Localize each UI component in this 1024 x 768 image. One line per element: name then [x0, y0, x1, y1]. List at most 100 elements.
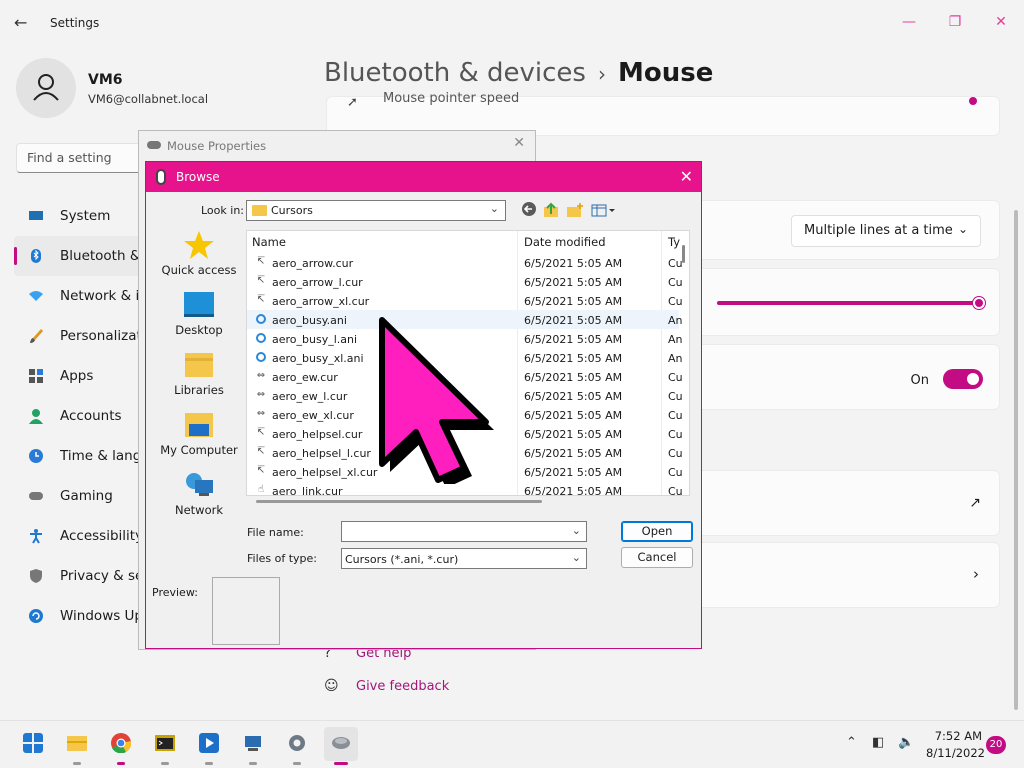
file-name-input[interactable]: ⌄: [341, 521, 587, 542]
file-date: 6/5/2021 5:05 AM: [524, 314, 623, 327]
view-menu-icon[interactable]: [590, 201, 616, 219]
close-icon[interactable]: ✕: [680, 167, 693, 186]
place-quick-access[interactable]: Quick access: [152, 230, 246, 290]
settings-gear-icon: [289, 735, 305, 751]
close-icon[interactable]: ✕: [513, 135, 525, 151]
shield-icon: [28, 568, 44, 584]
file-date: 6/5/2021 5:05 AM: [524, 333, 623, 346]
chrome-icon: [111, 733, 131, 753]
large-arrow-cursor-icon: [379, 317, 494, 484]
place-libraries[interactable]: Libraries: [152, 350, 246, 410]
file-date: 6/5/2021 5:05 AM: [524, 485, 623, 496]
network-tray-icon[interactable]: ◧: [872, 735, 884, 750]
mouse-properties-icon: [332, 737, 350, 749]
running-indicator: [205, 762, 213, 765]
mouse-icon: [147, 141, 161, 149]
file-row[interactable]: ↸ aero_arrow.cur 6/5/2021 5:05 AM Cu: [247, 253, 683, 272]
taskbar-file-explorer[interactable]: [60, 727, 94, 765]
user-email: VM6@collabnet.local: [88, 92, 209, 106]
give-feedback-link[interactable]: Give feedback: [356, 679, 449, 694]
file-name: aero_ew.cur: [272, 371, 338, 384]
close-button[interactable]: ✕: [978, 8, 1024, 36]
scroll-inactive-toggle[interactable]: [943, 369, 983, 389]
new-folder-icon[interactable]: [566, 201, 584, 219]
chevron-down-icon[interactable]: ⌄: [572, 524, 581, 537]
cancel-button[interactable]: Cancel: [621, 547, 693, 568]
user-name: VM6: [88, 72, 123, 88]
update-icon: [28, 608, 44, 624]
place-label: Desktop: [175, 323, 223, 337]
scrollbar[interactable]: [1014, 210, 1018, 710]
clock-date[interactable]: 8/11/2022: [926, 746, 985, 760]
file-row[interactable]: ↸ aero_arrow_l.cur 6/5/2021 5:05 AM Cu: [247, 272, 683, 291]
scroll-thumb[interactable]: [682, 245, 685, 263]
external-link-icon: ↗: [969, 495, 981, 511]
maximize-button[interactable]: ❐: [932, 8, 978, 36]
taskbar-mouse-properties[interactable]: [324, 727, 358, 765]
up-folder-icon[interactable]: [542, 201, 560, 219]
resize-ew-icon: ⇔: [256, 389, 266, 400]
vertical-scrollbar[interactable]: [679, 231, 689, 495]
file-date: 6/5/2021 5:05 AM: [524, 409, 623, 422]
scroll-speed-slider[interactable]: [717, 297, 985, 309]
place-label: My Computer: [160, 443, 238, 457]
column-header-name[interactable]: Name: [252, 235, 286, 249]
back-arrow-icon[interactable]: ←: [14, 13, 34, 33]
pointer-icon: ➚: [347, 95, 358, 110]
clock-time[interactable]: 7:52 AM: [934, 729, 982, 743]
look-in-dropdown[interactable]: Cursors ⌄: [246, 200, 506, 221]
help-cursor-icon: ↸: [256, 465, 266, 476]
monitor-icon: [28, 208, 44, 224]
app-title: Settings: [50, 16, 100, 30]
taskbar-terminal[interactable]: [148, 727, 182, 765]
pointer-speed-label: Mouse pointer speed: [383, 91, 520, 106]
volume-icon[interactable]: 🔈: [898, 735, 914, 750]
places-bar: Quick access Desktop Libraries My Comput…: [152, 230, 246, 530]
taskbar-media-player[interactable]: [192, 727, 226, 765]
computer-folder-icon: [183, 410, 215, 440]
taskbar-remote-desktop[interactable]: [236, 727, 270, 765]
file-date: 6/5/2021 5:05 AM: [524, 428, 623, 441]
column-header-date[interactable]: Date modified: [524, 235, 606, 249]
terminal-icon: [155, 735, 175, 751]
back-arrow-icon[interactable]: [520, 201, 538, 219]
file-date: 6/5/2021 5:05 AM: [524, 295, 623, 308]
scroll-mode-dropdown[interactable]: Multiple lines at a time ⌄: [791, 215, 981, 247]
sidebar-item-label: Apps: [60, 368, 94, 384]
taskbar-settings[interactable]: [280, 727, 314, 765]
slider-thumb[interactable]: [973, 297, 985, 309]
resize-ew-icon: ⇔: [256, 408, 266, 419]
file-name: aero_helpsel_l.cur: [272, 447, 371, 460]
wifi-icon: [28, 288, 44, 304]
running-indicator: [293, 762, 301, 765]
hand-cursor-icon: ☝: [257, 484, 265, 495]
sidebar-item-label: Gaming: [60, 488, 113, 504]
file-row[interactable]: ↸ aero_arrow_xl.cur 6/5/2021 5:05 AM Cu: [247, 291, 683, 310]
folder-icon: [252, 205, 267, 216]
minimize-button[interactable]: —: [886, 8, 932, 36]
sidebar-item-label: Accounts: [60, 408, 122, 424]
busy-ring-icon: [256, 352, 266, 362]
breadcrumb-parent[interactable]: Bluetooth & devices: [324, 58, 586, 88]
open-button[interactable]: Open: [621, 521, 693, 542]
place-label: Quick access: [161, 263, 237, 277]
file-name: aero_helpsel.cur: [272, 428, 363, 441]
place-desktop[interactable]: Desktop: [152, 290, 246, 350]
pointer-speed-slider-knob[interactable]: [969, 97, 977, 105]
file-type-select[interactable]: Cursors (*.ani, *.cur) ⌄: [341, 548, 587, 569]
accessibility-icon: [28, 528, 44, 544]
file-date: 6/5/2021 5:05 AM: [524, 447, 623, 460]
place-network[interactable]: Network: [152, 470, 246, 530]
remote-desktop-icon: [245, 736, 261, 751]
horizontal-scrollbar[interactable]: [256, 500, 542, 503]
chevron-up-icon[interactable]: ⌃: [846, 735, 857, 750]
file-date: 6/5/2021 5:05 AM: [524, 352, 623, 365]
notification-badge[interactable]: 20: [986, 736, 1006, 754]
arrow-cursor-icon: ↸: [256, 294, 266, 305]
start-button[interactable]: [16, 727, 50, 761]
media-player-icon: [199, 733, 219, 753]
breadcrumb: Bluetooth & devices › Mouse: [324, 58, 713, 88]
taskbar-chrome[interactable]: [104, 727, 138, 765]
user-profile[interactable]: VM6 VM6@collabnet.local: [16, 58, 316, 118]
place-my-computer[interactable]: My Computer: [152, 410, 246, 470]
